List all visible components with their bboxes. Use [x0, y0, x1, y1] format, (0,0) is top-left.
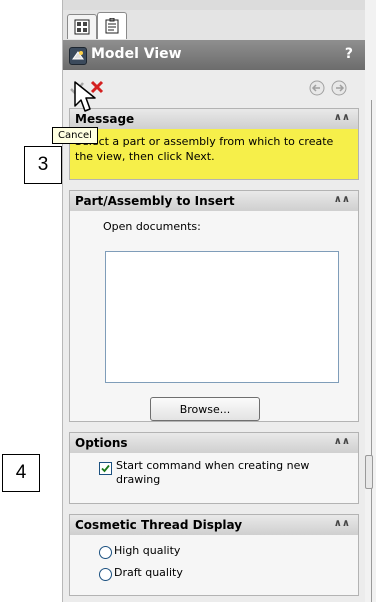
message-text: Select a part or assembly from which to …	[75, 135, 334, 163]
message-section-header[interactable]: Message ∧∧	[69, 108, 359, 130]
message-body: Select a part or assembly from which to …	[69, 129, 359, 180]
help-button[interactable]: ?	[345, 46, 353, 62]
model-view-icon	[69, 47, 87, 65]
collapse-chevron-icon[interactable]: ∧∧	[334, 112, 350, 123]
property-manager-panel: Model View ? Message ∧∧ Select a part or…	[62, 0, 365, 602]
message-heading: Message	[75, 112, 135, 126]
collapse-chevron-icon[interactable]: ∧∧	[334, 518, 350, 529]
callout-label-3: 3	[24, 146, 62, 184]
next-arrow-icon	[331, 80, 347, 96]
property-manager-icon	[105, 18, 119, 34]
draft-quality-label: Draft quality	[114, 566, 183, 579]
part-assembly-section-header[interactable]: Part/Assembly to Insert ∧∧	[69, 190, 359, 212]
next-button[interactable]	[331, 80, 347, 96]
options-section-header[interactable]: Options ∧∧	[69, 432, 359, 454]
part-assembly-heading: Part/Assembly to Insert	[75, 194, 235, 208]
collapse-chevron-icon[interactable]: ∧∧	[334, 436, 350, 447]
cosmetic-thread-section-header[interactable]: Cosmetic Thread Display ∧∧	[69, 514, 359, 536]
start-command-checkbox[interactable]	[99, 462, 112, 475]
options-heading: Options	[75, 436, 128, 450]
high-quality-radio[interactable]	[99, 546, 112, 559]
cosmetic-thread-body: High quality Draft quality	[69, 535, 359, 596]
draft-quality-radio[interactable]	[99, 568, 112, 581]
high-quality-label: High quality	[114, 544, 181, 557]
cancel-tooltip: Cancel	[52, 127, 98, 144]
checkmark-icon	[101, 464, 110, 473]
part-assembly-body: Open documents: Browse...	[69, 211, 359, 422]
tab-feature-manager[interactable]	[67, 14, 97, 39]
back-arrow-icon	[309, 80, 325, 96]
feature-manager-icon	[74, 19, 90, 35]
panel-title: Model View	[91, 46, 182, 62]
property-manager-titlebar: Model View ?	[63, 40, 365, 70]
callout-label-4: 4	[2, 454, 40, 492]
browse-button[interactable]: Browse...	[150, 397, 260, 421]
collapse-chevron-icon[interactable]: ∧∧	[334, 194, 350, 205]
back-button[interactable]	[309, 80, 325, 96]
cosmetic-thread-heading: Cosmetic Thread Display	[75, 518, 243, 532]
tab-property-manager[interactable]	[97, 12, 127, 39]
start-command-label: Start command when creating new drawing	[116, 459, 310, 486]
panel-splitter-handle[interactable]	[365, 455, 373, 489]
action-bar	[63, 74, 365, 102]
graphics-area-edge	[364, 0, 376, 602]
mouse-pointer-icon	[73, 80, 99, 114]
divider-line	[371, 100, 372, 602]
open-documents-label: Open documents:	[103, 220, 201, 233]
open-documents-list[interactable]	[105, 251, 339, 383]
manager-tab-bar	[63, 10, 365, 40]
options-body: Start command when creating new drawing	[69, 453, 359, 504]
